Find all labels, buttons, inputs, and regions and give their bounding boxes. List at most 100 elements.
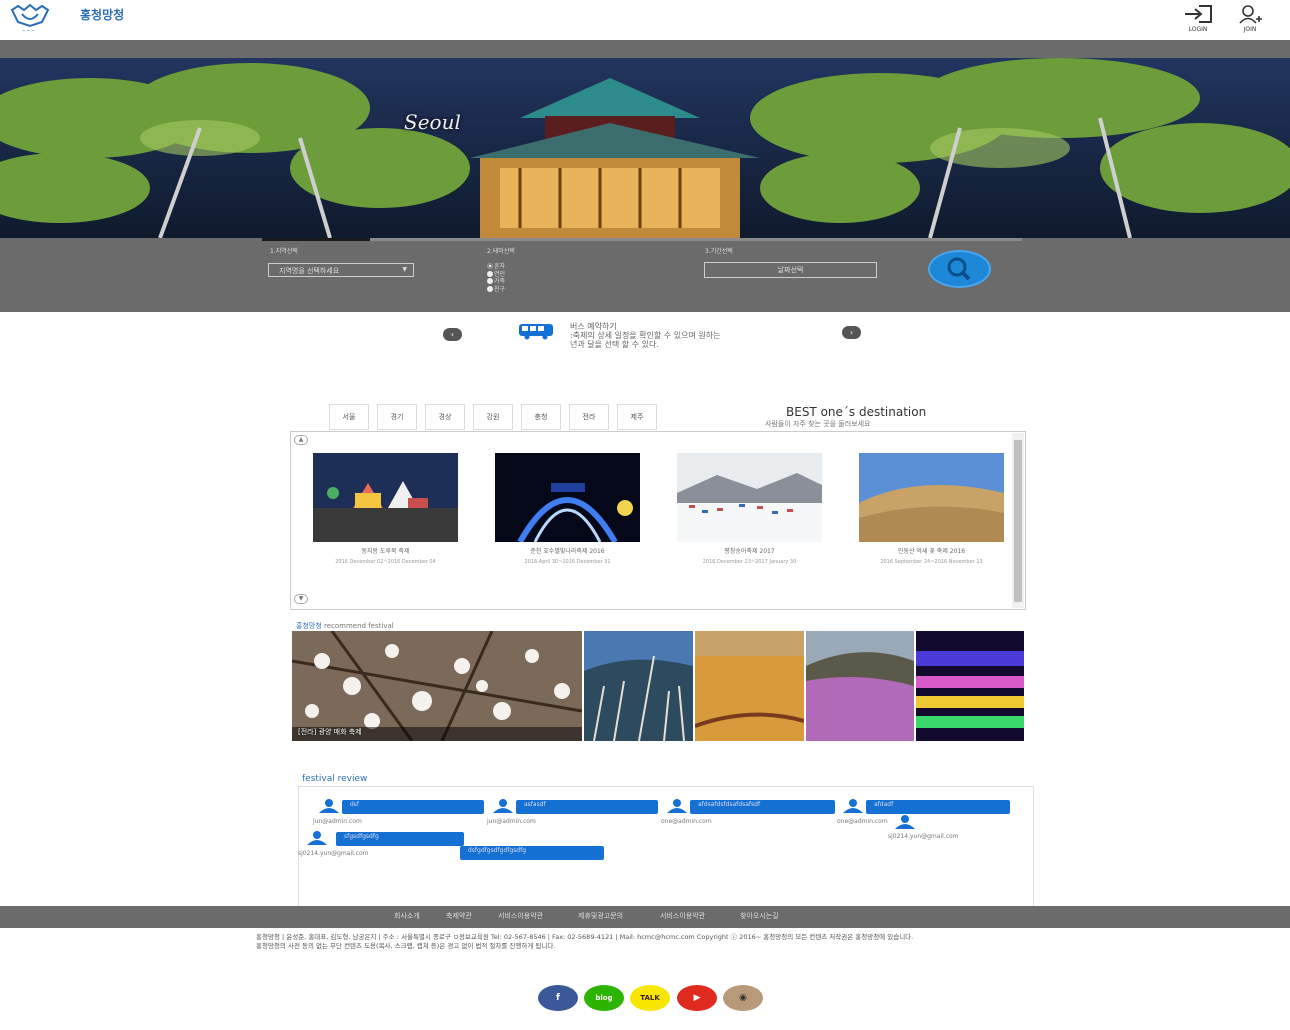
footer-nav-bar: [0, 906, 1290, 928]
tab-chungcheong[interactable]: 충청: [521, 404, 561, 430]
festival-photo-silver-grass-hill: [859, 453, 1004, 542]
logo-icon[interactable]: ~ ~ ~: [8, 2, 52, 34]
review-bubble[interactable]: asfasdf: [516, 800, 658, 814]
festival-card-title[interactable]: 민둥산 억새 꽃 축제 2016: [859, 546, 1004, 555]
radio-icon: [487, 270, 493, 277]
facebook-icon[interactable]: f: [538, 985, 578, 1011]
reviewer-email: one@admin.com: [661, 818, 712, 825]
reviewer-email: one@admin.com: [837, 818, 888, 825]
date-select-button[interactable]: 날짜선택: [704, 262, 877, 278]
festival-photo-light-tunnel: [495, 453, 640, 542]
review-bubble[interactable]: afdsafdsfdsafdsafsdf: [690, 800, 835, 814]
recommend-photo-plum-blossom: [292, 631, 582, 741]
step2-label: 2.테마선택: [487, 248, 515, 255]
user-icon: [319, 799, 339, 813]
festival-card-date: 2016 September 24~2016 November 13: [880, 559, 983, 565]
footer-link-service-terms-2[interactable]: 서비스이용약관: [660, 911, 705, 921]
hero-banner: Seoul: [0, 58, 1290, 238]
login-icon: [1185, 5, 1212, 23]
tab-gangwon[interactable]: 강원: [473, 404, 513, 430]
next-arrow-button[interactable]: ›: [842, 326, 861, 339]
hero-night-palace-image: [0, 58, 1290, 238]
brand-name[interactable]: 홍청망청: [80, 6, 124, 23]
hero-city-title: Seoul: [404, 110, 461, 134]
recommend-tile[interactable]: [916, 631, 1024, 741]
footer-link-service-terms[interactable]: 서비스이용약관: [498, 911, 543, 921]
theme-radio-couple[interactable]: 연인: [487, 270, 506, 279]
festival-card-date: 2016 April 30~2016 December 31: [524, 559, 611, 565]
theme-label: 친구: [494, 285, 506, 293]
bus-booking-text[interactable]: 버스 예약하기 :축제의 상세 일정을 확인할 수 있으며 원하는 년과 달을 …: [570, 322, 720, 349]
reviewer-email: jun@admin.com: [487, 818, 536, 825]
recommend-photo-silver-grass: [584, 631, 693, 741]
festival-card-title[interactable]: 동지랑 도루묵 축제: [313, 546, 458, 555]
radio-icon: [487, 285, 493, 292]
theme-label: 혼자: [494, 263, 506, 270]
festival-card-title[interactable]: 춘천 호수별빛나라축제 2016: [495, 546, 640, 555]
tab-jeolla[interactable]: 전라: [569, 404, 609, 430]
tab-gyeonggi[interactable]: 경기: [377, 404, 417, 430]
theme-label: 가족: [494, 278, 506, 285]
footer-link-festival-terms[interactable]: 축제약관: [446, 911, 472, 921]
recommend-tile[interactable]: [806, 631, 914, 741]
review-bubble[interactable]: dsfgdfgsdfgdfgsdfg: [460, 846, 604, 860]
footer-link-about[interactable]: 회사소개: [394, 911, 420, 921]
region-select[interactable]: 지역명을 선택하세요 ▼: [268, 263, 414, 277]
add-user-icon: [1239, 5, 1262, 24]
user-icon: [843, 799, 863, 813]
festival-photo-snow-field: [677, 453, 822, 542]
bus-booking-desc2: 년과 달을 선택 할 수 있다.: [570, 340, 659, 349]
festival-card-image[interactable]: [495, 453, 640, 542]
tab-gyeongsang[interactable]: 경상: [425, 404, 465, 430]
footer-link-directions[interactable]: 찾아오시는길: [740, 911, 779, 921]
bus-icon: [519, 324, 553, 340]
review-title: festival review: [302, 774, 368, 784]
youtube-icon[interactable]: ▶: [677, 985, 717, 1011]
tab-seoul[interactable]: 서울: [329, 404, 369, 430]
reviewer-email: jun@admin.com: [313, 818, 362, 825]
review-bubble[interactable]: afdadf: [866, 800, 1010, 814]
scroll-up-icon[interactable]: ▲: [294, 435, 308, 445]
footer-link-partnership[interactable]: 제휴및광고문의: [578, 911, 623, 921]
login-button[interactable]: LOGIN: [1180, 4, 1216, 33]
recommend-tile[interactable]: [695, 631, 804, 741]
theme-radio-family[interactable]: 가족: [487, 278, 505, 286]
recommend-caption[interactable]: [전라] 광양 매화 축제: [298, 727, 362, 737]
review-bubble[interactable]: dsf: [342, 800, 484, 814]
footer-company-info: 홍청망청 | 윤성준, 홍대표, 김도형, 남궁은지 | 주소 : 서울특별시 …: [256, 933, 913, 951]
prev-arrow-button[interactable]: ‹: [443, 328, 462, 341]
instagram-icon[interactable]: ◉: [723, 985, 763, 1011]
festival-card-image[interactable]: [313, 453, 458, 542]
festival-card-title[interactable]: 평창송어축제 2017: [677, 546, 822, 555]
blog-icon[interactable]: blog: [584, 985, 624, 1011]
radio-icon: [487, 278, 493, 284]
user-icon: [493, 799, 513, 813]
step-progress-track: [262, 238, 1022, 241]
chevron-down-icon: ▼: [402, 266, 407, 273]
theme-radio-friend[interactable]: 친구: [487, 285, 506, 294]
festival-card-date: 2016 December 02~2016 December 04: [335, 559, 436, 565]
step-progress-active: [262, 238, 370, 241]
recommend-title: 홍청망청 recommend festival: [296, 621, 394, 631]
review-bubble[interactable]: sfgsdfgsdfg: [336, 832, 464, 846]
scroll-down-icon[interactable]: ▼: [294, 594, 308, 604]
recommend-tile[interactable]: [584, 631, 693, 741]
recommend-tile-large[interactable]: [292, 631, 582, 741]
login-label: LOGIN: [1188, 26, 1208, 33]
footer-info-line1: 홍청망청 | 윤성준, 홍대표, 김도형, 남궁은지 | 주소 : 서울특별시 …: [256, 933, 914, 941]
region-select-value: 지역명을 선택하세요: [279, 267, 340, 275]
search-button[interactable]: [928, 250, 991, 288]
join-button[interactable]: JOIN: [1232, 4, 1268, 33]
festival-card-image[interactable]: [677, 453, 822, 542]
chevron-left-icon: ‹: [450, 330, 455, 339]
scrollbar-thumb[interactable]: [1014, 440, 1022, 602]
tab-jeju[interactable]: 제주: [617, 404, 657, 430]
best-title: BEST one´s destination: [786, 405, 927, 419]
festival-photo-night-market: [313, 453, 458, 542]
festival-card-image[interactable]: [859, 453, 1004, 542]
search-icon: [947, 257, 971, 281]
theme-radio-alone[interactable]: 혼자: [487, 263, 505, 271]
bus-booking-desc: :축제의 상세 일정을 확인할 수 있으며 원하는: [570, 331, 721, 340]
theme-label: 연인: [494, 270, 506, 278]
kakaotalk-icon[interactable]: TALK: [630, 985, 670, 1011]
